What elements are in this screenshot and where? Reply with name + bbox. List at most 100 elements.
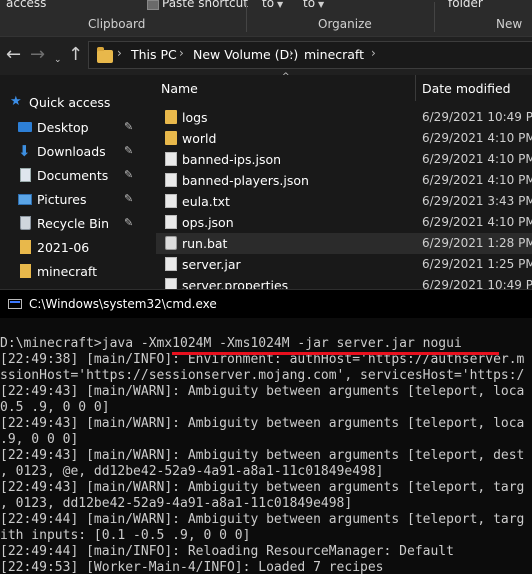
copy-to-button[interactable]: to ▼ [303, 0, 324, 10]
file-name: banned-ips.json [182, 152, 282, 167]
breadcrumb-separator: › [371, 46, 376, 60]
jar-file-icon [165, 257, 177, 271]
back-arrow-icon[interactable]: ← [6, 45, 21, 65]
breadcrumb-new-volume[interactable]: New Volume (D:) [193, 47, 298, 62]
file-row-eula[interactable]: eula.txt 6/29/2021 3:43 PM [156, 191, 532, 212]
console-line: 0.5 .9, 0 0 0] [0, 400, 110, 415]
file-row-world[interactable]: world 6/29/2021 4:10 PM [156, 128, 532, 149]
folder-icon [165, 131, 177, 145]
sidebar-item-2021-06[interactable]: 2021-06 [0, 237, 150, 259]
console-line: [22:49:43] [main/WARN]: Ambiguity betwee… [0, 384, 525, 399]
file-row-run-bat[interactable]: run.bat 6/29/2021 1:28 PM [156, 233, 532, 254]
file-row-server-jar[interactable]: server.jar 6/29/2021 1:25 PM [156, 254, 532, 275]
paste-shortcut-icon [147, 0, 159, 10]
download-icon: ⬇ [18, 142, 31, 160]
sidebar-item-label: Quick access [29, 95, 111, 110]
file-name: ops.json [182, 215, 234, 230]
breadcrumb-this-pc[interactable]: This PC [131, 47, 177, 62]
file-date: 6/29/2021 3:43 PM [422, 194, 532, 208]
star-icon: ★ [10, 94, 22, 109]
properties-file-icon [165, 278, 177, 289]
pin-icon: ✎ [124, 192, 134, 205]
sidebar-item-label: minecraft [37, 264, 98, 279]
column-header-date-modified[interactable]: Date modified [422, 81, 511, 96]
breadcrumb-separator: › [289, 46, 294, 60]
file-row-banned-players[interactable]: banned-players.json 6/29/2021 4:10 PM [156, 170, 532, 191]
file-name: logs [182, 110, 208, 125]
desktop-icon [18, 122, 32, 132]
folder-icon [20, 264, 31, 278]
ribbon-separator [246, 2, 247, 32]
file-name: banned-players.json [182, 173, 309, 188]
pin-icon: ✎ [124, 120, 134, 133]
file-date: 6/29/2021 4:10 PM [422, 152, 532, 166]
file-row-server-properties[interactable]: server.properties 6/29/2021 10:49 PM [156, 275, 532, 289]
sidebar-item-downloads[interactable]: ⬇ Downloads ✎ [0, 141, 150, 163]
file-name: world [182, 131, 217, 146]
sidebar-item-pictures[interactable]: Pictures ✎ [0, 189, 150, 211]
folder-icon [97, 47, 113, 63]
easy-access-button[interactable]: access [6, 0, 46, 10]
paste-shortcut-button[interactable]: Paste shortcut [162, 0, 248, 10]
sidebar-item-desktop[interactable]: Desktop ✎ [0, 117, 150, 139]
file-row-logs[interactable]: logs 6/29/2021 10:49 PM [156, 107, 532, 128]
ribbon-group-clipboard: Clipboard [88, 17, 146, 31]
console-line: , 0123, @e, dd12be42-52a9-4a91-a8a1-11c0… [0, 464, 384, 479]
batch-file-icon [165, 236, 177, 250]
sidebar-item-minecraft[interactable]: minecraft [0, 261, 150, 283]
recycle-bin-icon [20, 216, 31, 230]
highlight-underline [172, 352, 499, 355]
cmd-title-bar[interactable]: C:\Windows\system32\cmd.exe [0, 289, 532, 319]
address-bar[interactable]: › This PC › New Volume (D:) › minecraft … [88, 41, 532, 69]
console-line: [22:49:44] [main/INFO]: Reloading Resour… [0, 544, 454, 559]
file-date: 6/29/2021 10:49 PM [422, 278, 532, 289]
file-name: server.jar [182, 257, 241, 272]
file-name: run.bat [182, 236, 228, 251]
json-file-icon [165, 152, 177, 166]
cmd-icon [8, 299, 22, 309]
file-date: 6/29/2021 4:10 PM [422, 131, 532, 145]
console-line: .9, 0 0 0] [0, 432, 79, 447]
column-divider[interactable] [415, 75, 416, 101]
navigation-pane: ★ Quick access Desktop ✎ ⬇ Downloads ✎ D… [0, 75, 150, 289]
pictures-icon [18, 194, 32, 205]
column-header-name[interactable]: Name [161, 81, 198, 96]
console-line: , 0123, dd12be42-52a9-4a91-a8a1-11c01849… [0, 496, 353, 511]
file-date: 6/29/2021 1:28 PM [422, 236, 532, 250]
sort-ascending-icon: ^ [282, 72, 290, 82]
forward-arrow-icon[interactable]: → [30, 45, 45, 65]
new-folder-button[interactable]: folder [448, 0, 483, 10]
sidebar-item-label: Documents [37, 168, 109, 183]
console-line: ith inputs: [0.1 -0.5 .9, 0 0 0] [0, 528, 251, 543]
up-arrow-icon[interactable]: ↑ [68, 45, 83, 65]
chevron-down-icon: ▼ [277, 0, 284, 9]
sidebar-item-label: Downloads [37, 144, 106, 159]
console-line: ssionHost='https://sessionserver.mojang.… [0, 368, 525, 383]
chevron-down-icon[interactable]: ⌄ [54, 50, 62, 70]
sidebar-item-label: 2021-06 [37, 240, 90, 255]
ribbon-group-new: New [496, 17, 523, 31]
text-file-icon [165, 194, 177, 208]
file-date: 6/29/2021 10:49 PM [422, 110, 532, 124]
breadcrumb-separator: › [117, 46, 122, 60]
sidebar-item-label: Desktop [37, 120, 89, 135]
file-date: 6/29/2021 4:10 PM [422, 173, 532, 187]
file-row-banned-ips[interactable]: banned-ips.json 6/29/2021 4:10 PM [156, 149, 532, 170]
documents-icon [20, 168, 31, 182]
sidebar-item-recycle-bin[interactable]: Recycle Bin ✎ [0, 213, 150, 235]
file-row-ops[interactable]: ops.json 6/29/2021 4:10 PM [156, 212, 532, 233]
cmd-window-title: C:\Windows\system32\cmd.exe [29, 297, 217, 311]
breadcrumb-minecraft[interactable]: minecraft [304, 47, 364, 62]
sidebar-item-documents[interactable]: Documents ✎ [0, 165, 150, 187]
file-name: eula.txt [182, 194, 230, 209]
move-to-button[interactable]: to ▼ [262, 0, 283, 10]
file-date: 6/29/2021 4:10 PM [422, 215, 532, 229]
ribbon-separator [434, 2, 435, 32]
sidebar-item-quick-access[interactable]: ★ Quick access [0, 92, 150, 114]
chevron-down-icon: ▼ [318, 0, 325, 9]
console-line: [22:49:44] [main/WARN]: Ambiguity betwee… [0, 512, 525, 527]
console-line: [22:49:43] [main/WARN]: Ambiguity betwee… [0, 416, 525, 431]
console-output[interactable]: D:\minecraft>java -Xmx1024M -Xms1024M -j… [0, 318, 532, 574]
pin-icon: ✎ [124, 216, 134, 229]
folder-icon [165, 110, 177, 124]
